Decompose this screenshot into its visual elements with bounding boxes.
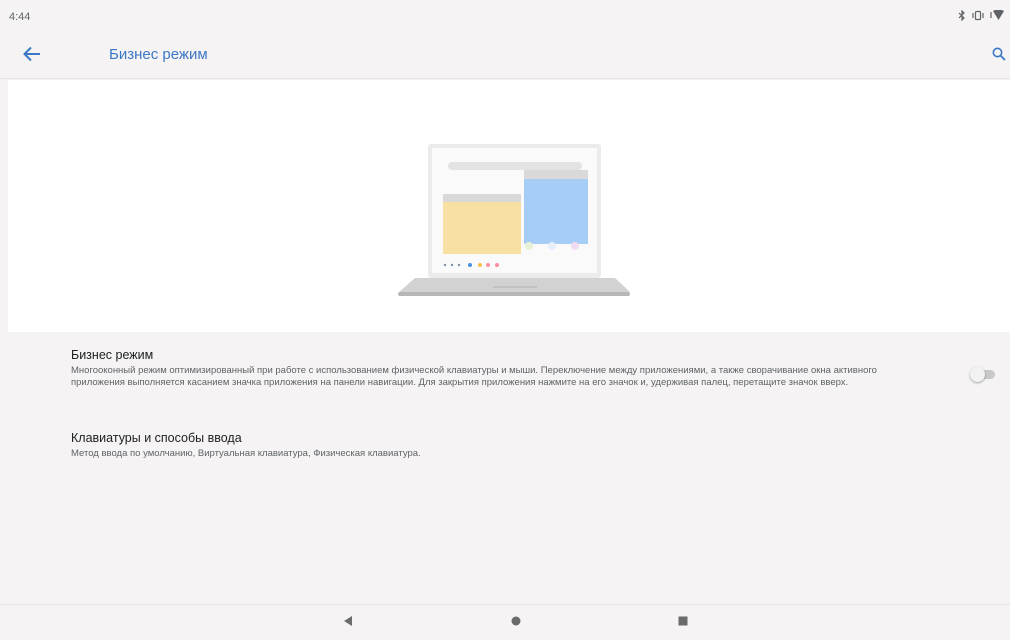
preference-summary: Многооконный режим оптимизированный при … xyxy=(71,365,877,388)
preference-summary: Метод ввода по умолчанию, Виртуальная кл… xyxy=(71,448,421,459)
nav-recents-button[interactable] xyxy=(669,611,697,635)
nav-recents-icon xyxy=(677,614,689,632)
laptop-multiwindow-illustration xyxy=(398,144,630,296)
toggle-thumb xyxy=(970,367,985,382)
nav-back-button[interactable] xyxy=(334,611,362,635)
preference-title: Клавиатуры и способы ввода xyxy=(71,431,242,445)
nav-back-icon xyxy=(342,614,354,632)
status-time: 4:44 xyxy=(9,11,31,23)
vibrate-icon xyxy=(972,10,984,21)
search-button[interactable] xyxy=(986,43,1010,69)
hero-banner xyxy=(8,80,1010,332)
status-bar: 4:44 xyxy=(0,0,1010,34)
keyboards-input-preference[interactable]: Клавиатуры и способы ввода Метод ввода п… xyxy=(71,431,931,460)
back-button[interactable] xyxy=(14,42,50,70)
preference-title: Бизнес режим xyxy=(71,348,154,362)
bluetooth-icon xyxy=(958,10,966,21)
page-title: Бизнес режим xyxy=(109,46,208,63)
nav-home-icon xyxy=(510,614,522,632)
wifi-icon xyxy=(990,10,1004,21)
app-bar: Бизнес режим xyxy=(0,34,1010,79)
business-mode-toggle[interactable] xyxy=(970,367,996,382)
search-icon xyxy=(992,47,1006,66)
business-mode-preference[interactable]: Бизнес режим Многооконный режим оптимизи… xyxy=(71,348,931,388)
navigation-bar xyxy=(0,604,1010,640)
nav-home-button[interactable] xyxy=(502,611,530,635)
status-icons xyxy=(958,10,1004,21)
arrow-back-icon xyxy=(23,46,41,67)
